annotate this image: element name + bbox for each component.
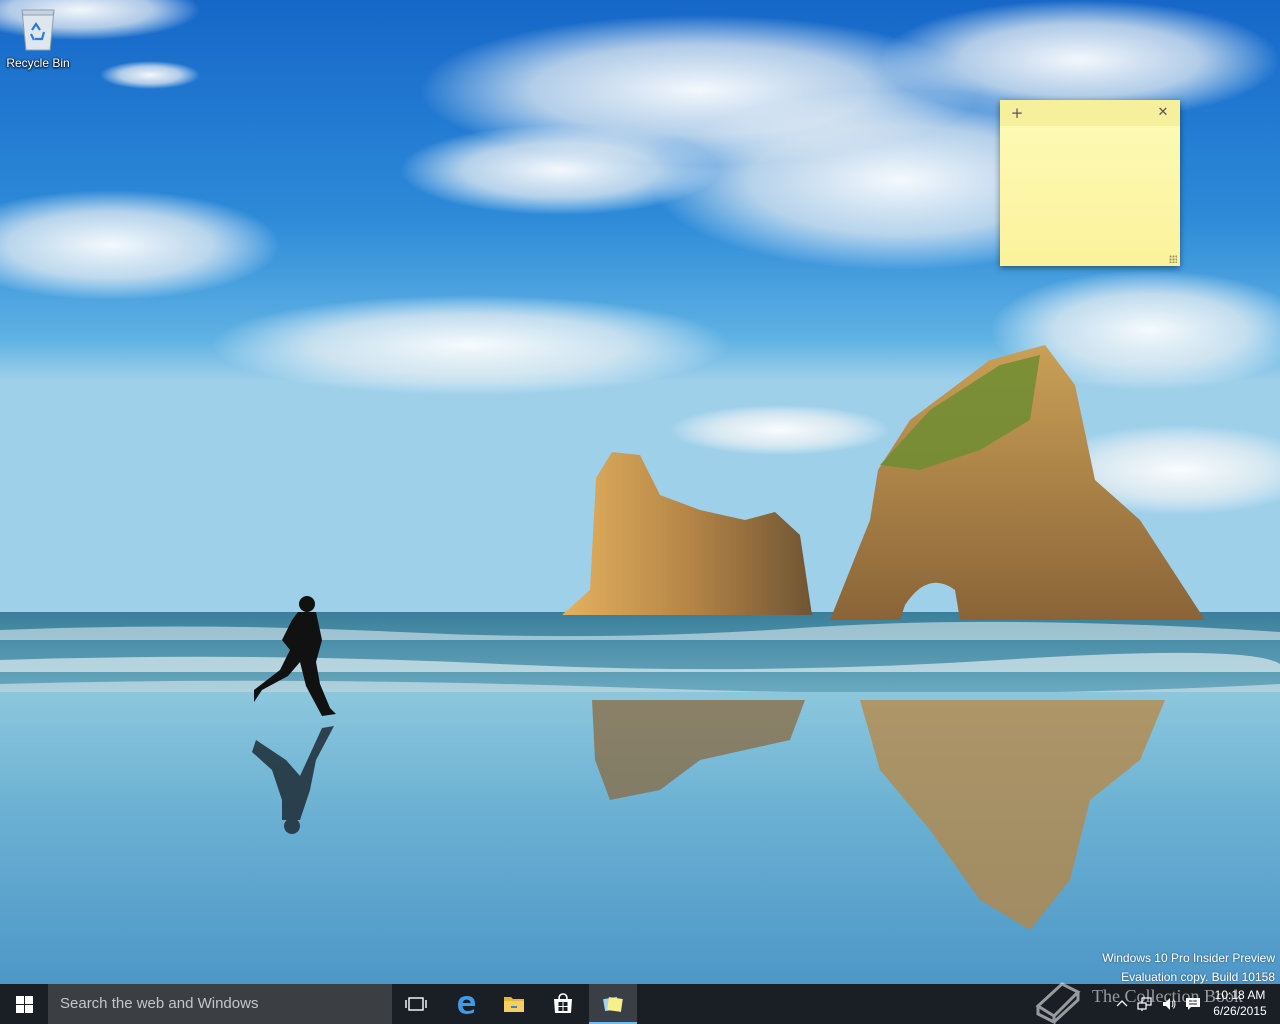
chevron-up-icon bbox=[1116, 1000, 1128, 1007]
windows-logo-icon bbox=[16, 996, 33, 1013]
volume-icon bbox=[1163, 998, 1176, 1010]
show-hidden-icons-button[interactable] bbox=[1110, 984, 1134, 1024]
desktop-icon-label: Recycle Bin bbox=[6, 56, 70, 70]
add-note-button[interactable]: + bbox=[1007, 103, 1027, 123]
recycle-bin-icon bbox=[18, 6, 58, 52]
edge-button[interactable] bbox=[442, 984, 490, 1024]
resize-grip[interactable] bbox=[1169, 255, 1177, 263]
task-view-icon bbox=[405, 997, 427, 1011]
clock-time: 10:18 AM bbox=[1214, 988, 1266, 1002]
sticky-note-header[interactable]: + ✕ bbox=[1000, 100, 1180, 126]
store-icon bbox=[554, 993, 572, 1013]
delete-note-button[interactable]: ✕ bbox=[1153, 103, 1173, 123]
taskbar: Search the web and Windows 10:18 AM 6/26… bbox=[0, 984, 1280, 1024]
edge-icon bbox=[458, 996, 475, 1014]
file-explorer-button[interactable] bbox=[490, 984, 538, 1024]
folder-icon bbox=[504, 997, 524, 1012]
sticky-notes-icon bbox=[603, 996, 623, 1012]
task-view-button[interactable] bbox=[392, 984, 440, 1024]
network-icon bbox=[1137, 997, 1152, 1011]
sticky-note-text-area[interactable] bbox=[1000, 126, 1180, 266]
clock[interactable]: 10:18 AM 6/26/2015 bbox=[1206, 987, 1274, 1019]
action-center-icon bbox=[1186, 998, 1200, 1010]
search-box[interactable]: Search the web and Windows bbox=[48, 984, 392, 1024]
start-button[interactable] bbox=[0, 984, 48, 1024]
volume-button[interactable] bbox=[1157, 984, 1181, 1024]
watermark-edition: Windows 10 Pro Insider Preview bbox=[1102, 951, 1275, 965]
sticky-notes-button[interactable] bbox=[589, 984, 637, 1024]
clock-date: 6/26/2015 bbox=[1213, 1004, 1267, 1018]
desktop-icon-recycle-bin[interactable]: Recycle Bin bbox=[2, 6, 74, 70]
store-button[interactable] bbox=[539, 984, 587, 1024]
action-center-button[interactable] bbox=[1181, 984, 1205, 1024]
network-button[interactable] bbox=[1133, 984, 1157, 1024]
evaluation-watermark: Windows 10 Pro Insider Preview Evaluatio… bbox=[1102, 949, 1275, 987]
sticky-note-window[interactable]: + ✕ bbox=[1000, 100, 1180, 266]
